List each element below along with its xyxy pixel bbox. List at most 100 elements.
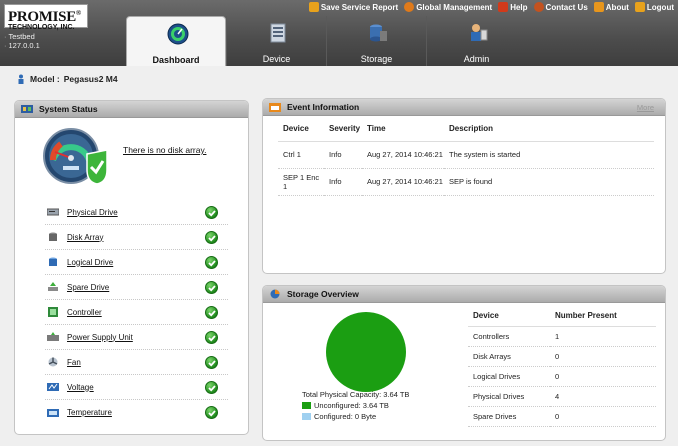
event-device: SEP 1 Enc 1	[278, 168, 324, 196]
events-more-link[interactable]: More	[637, 103, 654, 112]
logo-subtext: TECHNOLOGY, INC.	[8, 24, 75, 31]
table-row: Logical Drives 0	[468, 366, 656, 387]
col-number-present: Number Present	[550, 306, 656, 327]
capacity-legend: Total Physical Capacity: 3.64 TB Unconfi…	[302, 389, 409, 422]
power-supply-icon	[47, 332, 59, 341]
event-time: Aug 27, 2014 10:46:21	[362, 141, 444, 169]
fan-link[interactable]: Fan	[67, 358, 81, 367]
status-row-disk-array: Disk Array	[45, 225, 228, 250]
status-ok-icon	[205, 281, 218, 294]
power-supply-unit-link[interactable]: Power Supply Unit	[67, 333, 133, 342]
fan-icon	[48, 357, 58, 367]
unconfigured-legend: Unconfigured: 3.64 TB	[302, 400, 409, 411]
logical-drive-link[interactable]: Logical Drive	[67, 258, 113, 267]
admin-icon	[471, 24, 488, 41]
disk-array-icon	[49, 232, 57, 241]
contact-us-link[interactable]: Contact Us	[533, 2, 588, 12]
unconfigured-swatch	[302, 402, 311, 409]
system-status-list: Physical Drive Disk Array Logical Drive …	[45, 200, 228, 425]
tab-admin-label: Admin	[463, 54, 490, 64]
voltage-link[interactable]: Voltage	[67, 383, 94, 392]
storage-pie-icon	[270, 289, 280, 299]
dashboard-gauge-icon	[167, 23, 189, 45]
event-device: Ctrl 1	[278, 141, 324, 169]
spare-drive-link[interactable]: Spare Drive	[67, 283, 109, 292]
storage-device: Controllers	[468, 326, 550, 347]
model-line: Model : Pegasus2 M4	[16, 74, 118, 84]
global-management-link[interactable]: Global Management	[404, 2, 492, 12]
storage-device: Physical Drives	[468, 386, 550, 407]
configured-swatch	[302, 413, 311, 420]
status-ok-icon	[205, 256, 218, 269]
controller-icon	[48, 307, 58, 317]
storage-count: 0	[550, 346, 656, 367]
storage-icon	[370, 24, 387, 42]
status-ok-icon	[205, 206, 218, 219]
logout-link[interactable]: Logout	[634, 2, 674, 12]
storage-count: 1	[550, 326, 656, 347]
status-ok-icon	[205, 381, 218, 394]
storage-overview-title: Storage Overview	[287, 289, 359, 299]
system-status-icon	[21, 105, 33, 113]
unconfigured-text: Unconfigured: 3.64 TB	[314, 401, 389, 410]
help-label: Help	[510, 2, 528, 12]
storage-count: 4	[550, 386, 656, 407]
col-device: Device	[468, 306, 550, 327]
event-information-panel: Event Information More Device Severity T…	[262, 98, 666, 274]
storage-table-header: Device Number Present	[468, 306, 656, 327]
table-row: Physical Drives 4	[468, 386, 656, 407]
physical-drive-link[interactable]: Physical Drive	[67, 208, 118, 217]
spare-drive-icon	[48, 282, 58, 291]
status-row-spare-drive: Spare Drive	[45, 275, 228, 300]
about-label: About	[605, 2, 629, 12]
system-info: Testbed 127.0.0.1	[4, 32, 40, 50]
table-row: Controllers 1	[468, 326, 656, 347]
logo-text: PROMISE	[8, 9, 76, 25]
about-link[interactable]: About	[593, 2, 629, 12]
system-name: Testbed	[4, 32, 40, 41]
help-link[interactable]: Help	[498, 2, 528, 12]
status-row-power-supply-unit: Power Supply Unit	[45, 325, 228, 350]
save-report-icon	[308, 2, 319, 12]
event-severity: Info	[324, 141, 362, 169]
global-management-icon	[404, 2, 415, 12]
storage-device: Logical Drives	[468, 366, 550, 387]
system-status-panel: System Status There is no disk array. Ph…	[14, 100, 249, 435]
temperature-link[interactable]: Temperature	[67, 408, 112, 417]
event-information-header: Event Information	[263, 99, 665, 116]
table-row: Ctrl 1 Info Aug 27, 2014 10:46:21 The sy…	[278, 141, 654, 169]
promise-logo: PROMISE® TECHNOLOGY, INC.	[4, 4, 88, 31]
tab-device[interactable]: Device	[226, 16, 326, 66]
tab-storage-label: Storage	[360, 54, 393, 64]
table-row: Spare Drives 0	[468, 406, 656, 427]
controller-link[interactable]: Controller	[67, 308, 102, 317]
col-device: Device	[278, 117, 324, 142]
logout-label: Logout	[646, 2, 674, 12]
status-row-logical-drive: Logical Drive	[45, 250, 228, 275]
event-table-header: Device Severity Time Description	[278, 117, 654, 142]
app-header: PROMISE® TECHNOLOGY, INC. Testbed 127.0.…	[0, 0, 678, 66]
tab-dashboard[interactable]: Dashboard	[126, 16, 226, 66]
voltage-icon	[47, 383, 59, 391]
tab-storage[interactable]: Storage	[326, 16, 426, 66]
status-ok-icon	[205, 406, 218, 419]
system-status-title: System Status	[39, 104, 98, 114]
no-disk-array-link[interactable]: There is no disk array.	[123, 145, 206, 155]
system-health-gauge-icon	[43, 128, 108, 185]
col-severity: Severity	[324, 117, 362, 142]
col-description: Description	[444, 117, 654, 142]
table-row: SEP 1 Enc 1 Info Aug 27, 2014 10:46:21 S…	[278, 168, 654, 196]
physical-drive-icon	[47, 208, 59, 216]
capacity-pie-chart	[326, 312, 406, 392]
disk-array-link[interactable]: Disk Array	[67, 233, 103, 242]
col-time: Time	[362, 117, 444, 142]
tab-admin[interactable]: Admin	[426, 16, 526, 66]
main-tabs: Dashboard Device Storage Admin	[126, 16, 526, 66]
save-service-report-link[interactable]: Save Service Report	[308, 2, 398, 12]
storage-overview-panel: Storage Overview Total Physical Capacity…	[262, 285, 666, 441]
tab-device-label: Device	[262, 54, 291, 64]
status-row-temperature: Temperature	[45, 400, 228, 425]
storage-count: 0	[550, 366, 656, 387]
table-row: Disk Arrays 0	[468, 346, 656, 367]
status-ok-icon	[205, 331, 218, 344]
